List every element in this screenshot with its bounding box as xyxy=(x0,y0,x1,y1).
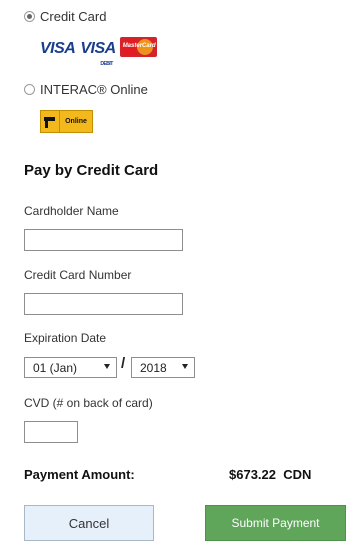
visa-debit-sub: DEBIT xyxy=(100,61,113,67)
credit-card-radio[interactable] xyxy=(24,11,35,22)
cardholder-name-label: Cardholder Name xyxy=(24,204,119,218)
cardholder-name-input[interactable] xyxy=(24,229,183,251)
card-logos: VISA VISA DEBIT MasterCard xyxy=(40,35,157,68)
chevron-down-icon xyxy=(104,364,110,369)
cancel-button[interactable]: Cancel xyxy=(24,505,154,541)
credit-card-label: Credit Card xyxy=(40,9,107,24)
cvd-label: CVD (# on back of card) xyxy=(24,396,153,410)
payment-amount-label: Payment Amount: xyxy=(24,467,135,482)
interac-label: INTERAC® Online xyxy=(40,82,148,97)
expiration-year-select[interactable]: 2018 xyxy=(131,357,195,378)
expiration-separator: / xyxy=(121,355,126,372)
page-title: Pay by Credit Card xyxy=(24,162,159,179)
mastercard-logo: MasterCard xyxy=(119,37,157,57)
interac-symbol-icon xyxy=(40,110,60,133)
expiration-month-value: 01 (Jan) xyxy=(33,360,78,375)
visa-logo: VISA xyxy=(40,40,76,57)
visa-debit-logo: VISA DEBIT xyxy=(80,40,116,68)
card-number-label: Credit Card Number xyxy=(24,268,132,282)
interac-online-logo: Online xyxy=(40,110,93,133)
interac-radio[interactable] xyxy=(24,84,35,95)
chevron-down-icon xyxy=(182,364,188,369)
expiration-year-value: 2018 xyxy=(140,360,167,375)
payment-amount-value: $673.22 CDN xyxy=(229,467,312,482)
card-number-input[interactable] xyxy=(24,293,183,315)
cvd-input[interactable] xyxy=(24,421,78,443)
mastercard-logo-text: MasterCard xyxy=(122,43,156,49)
interac-online-text: Online xyxy=(60,110,93,133)
submit-payment-button[interactable]: Submit Payment xyxy=(205,505,346,541)
credit-card-option[interactable]: Credit Card xyxy=(24,9,106,24)
expiration-month-select[interactable]: 01 (Jan) xyxy=(24,357,117,378)
visa-debit-logo-text: VISA xyxy=(80,40,116,57)
expiration-date-label: Expiration Date xyxy=(24,331,107,345)
interac-option[interactable]: INTERAC® Online xyxy=(24,82,148,97)
